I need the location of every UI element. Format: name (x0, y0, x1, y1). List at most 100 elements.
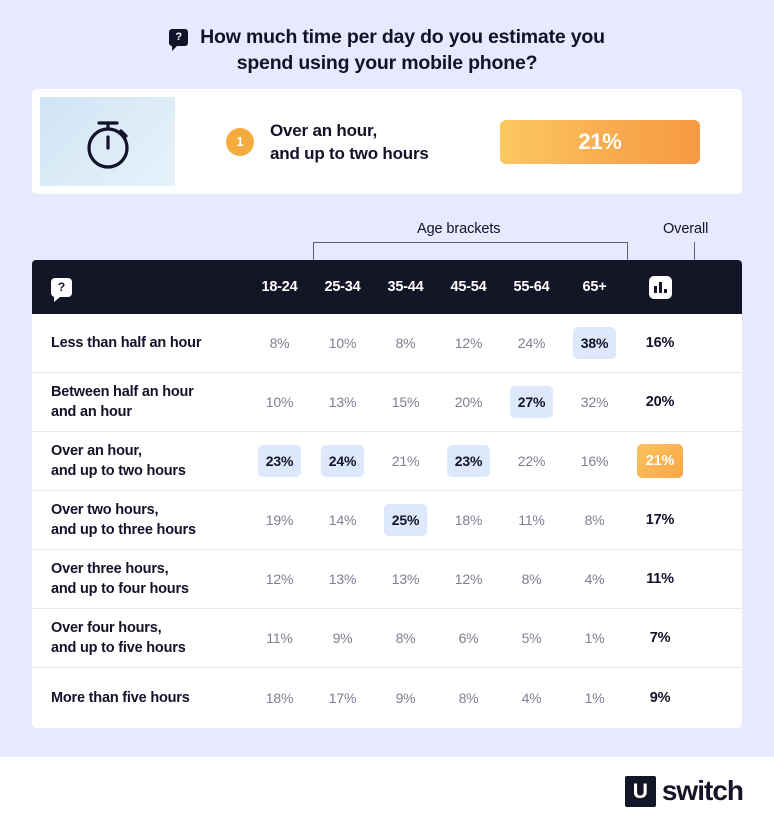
cell-55-64: 27% (500, 386, 563, 418)
cell-45-54: 8% (437, 682, 500, 714)
table-row: More than five hours 18% 17% 9% 8% 4% 1% 9% (32, 668, 742, 728)
title-text-1: How much time per day do you estimate yo… (200, 26, 605, 48)
uswitch-logo: U switch (624, 775, 744, 807)
cell-value-highlighted: 27% (509, 386, 554, 418)
cell-value: 14% (328, 512, 357, 528)
cell-35-44: 15% (374, 386, 437, 418)
row-label: Over four hours, and up to five hours (51, 620, 186, 656)
cell-18-24: 8% (248, 327, 311, 359)
cell-overall: 21% (626, 444, 694, 478)
age-column-headers: 18-24 25-34 35-44 45-54 55-64 65+ (248, 279, 626, 295)
cell-value: 12% (454, 571, 483, 587)
cell-65+: 38% (563, 327, 626, 359)
overall-value: 20% (645, 394, 675, 410)
top-answer-percentage: 21% (500, 120, 700, 164)
cell-65+: 16% (563, 445, 626, 477)
cell-35-44: 8% (374, 327, 437, 359)
cell-value: 11% (266, 630, 293, 646)
cell-25-34: 13% (311, 386, 374, 418)
cell-25-34: 24% (311, 445, 374, 477)
row-label: Less than half an hour (51, 335, 202, 351)
cell-value: 12% (265, 571, 294, 587)
table-header-row: ? 18-24 25-34 35-44 45-54 55-64 65+ (32, 260, 742, 314)
overall-value: 9% (649, 690, 671, 706)
cell-35-44: 21% (374, 445, 437, 477)
cell-65+: 1% (563, 682, 626, 714)
column-header-55-64[interactable]: 55-64 (500, 279, 563, 295)
cell-45-54: 18% (437, 504, 500, 536)
table-body: Less than half an hour 8% 10% 8% 12% 24% 38% 16… (32, 314, 742, 728)
infographic-page: ? How much time per day do you estimate … (0, 0, 774, 820)
cell-35-44: 8% (374, 622, 437, 654)
cell-value: 9% (395, 690, 416, 706)
cell-18-24: 23% (248, 445, 311, 477)
table-header-label-cell: ? (32, 277, 248, 302)
cell-value: 13% (391, 571, 420, 587)
cell-18-24: 10% (248, 386, 311, 418)
cell-35-44: 9% (374, 682, 437, 714)
question-bubble-icon: ? (51, 277, 72, 302)
column-header-18-24[interactable]: 18-24 (248, 279, 311, 295)
cell-65+: 4% (563, 563, 626, 595)
cell-value: 10% (328, 335, 357, 351)
cell-value-highlighted: 25% (383, 504, 428, 536)
cell-value: 18% (265, 690, 294, 706)
top-answer-label-line-2: and up to two hours (270, 143, 429, 163)
overall-value: 11% (646, 571, 674, 587)
cell-18-24: 11% (248, 622, 311, 654)
cell-overall: 16% (626, 326, 694, 360)
cell-55-64: 5% (500, 622, 563, 654)
cell-35-44: 25% (374, 504, 437, 536)
column-header-25-34[interactable]: 25-34 (311, 279, 374, 295)
column-header-35-44[interactable]: 35-44 (374, 279, 437, 295)
cell-25-34: 14% (311, 504, 374, 536)
cell-value: 8% (458, 690, 479, 706)
cell-55-64: 8% (500, 563, 563, 595)
overall-value: 7% (649, 630, 671, 646)
cell-18-24: 12% (248, 563, 311, 595)
logo-mark: U (624, 775, 656, 807)
cell-value: 24% (517, 335, 546, 351)
column-header-65+[interactable]: 65+ (563, 279, 626, 295)
page-title: ? How much time per day do you estimate … (0, 24, 774, 76)
top-answer-label-line-1: Over an hour, (270, 120, 377, 140)
cell-45-54: 23% (437, 445, 500, 477)
cell-value: 22% (517, 453, 546, 469)
cell-overall: 9% (626, 681, 694, 715)
cell-value: 4% (584, 571, 605, 587)
column-header-45-54[interactable]: 45-54 (437, 279, 500, 295)
cell-value: 32% (580, 394, 609, 410)
cell-45-54: 12% (437, 563, 500, 595)
cell-value: 13% (328, 394, 357, 410)
cell-value: 5% (521, 630, 542, 646)
row-label: Between half an hour and an hour (51, 384, 194, 420)
cell-value: 16% (580, 453, 609, 469)
stopwatch-icon (40, 97, 175, 186)
table-row: Over three hours, and up to four hours 12… (32, 550, 742, 609)
cell-overall: 7% (626, 621, 694, 655)
cell-25-34: 17% (311, 682, 374, 714)
cell-55-64: 24% (500, 327, 563, 359)
cell-value-highlighted: 23% (257, 445, 302, 477)
cell-value: 8% (584, 512, 605, 528)
cell-value: 13% (328, 571, 357, 587)
cell-value: 19% (265, 512, 294, 528)
table-row: Over an hour, and up to two hours 23% 24% 2… (32, 432, 742, 491)
cell-value: 20% (454, 394, 483, 410)
cell-value: 1% (584, 690, 605, 706)
cell-55-64: 4% (500, 682, 563, 714)
cell-value-highlighted: 38% (572, 327, 617, 359)
results-table: ? 18-24 25-34 35-44 45-54 55-64 65+ Less than… (32, 260, 742, 728)
cell-value: 11% (518, 512, 545, 528)
cell-overall: 20% (626, 385, 694, 419)
cell-value: 21% (391, 453, 420, 469)
cell-65+: 1% (563, 622, 626, 654)
cell-value: 12% (454, 335, 483, 351)
top-answer-card: 1 Over an hour, and up to two hours 21% (32, 89, 742, 194)
overall-value: 16% (645, 335, 675, 351)
title-text-2: spend using your mobile phone? (236, 52, 538, 74)
cell-45-54: 12% (437, 327, 500, 359)
table-row: Between half an hour and an hour 10% 13% 15… (32, 373, 742, 432)
cell-45-54: 20% (437, 386, 500, 418)
row-label: Over two hours, and up to three hours (51, 502, 196, 538)
